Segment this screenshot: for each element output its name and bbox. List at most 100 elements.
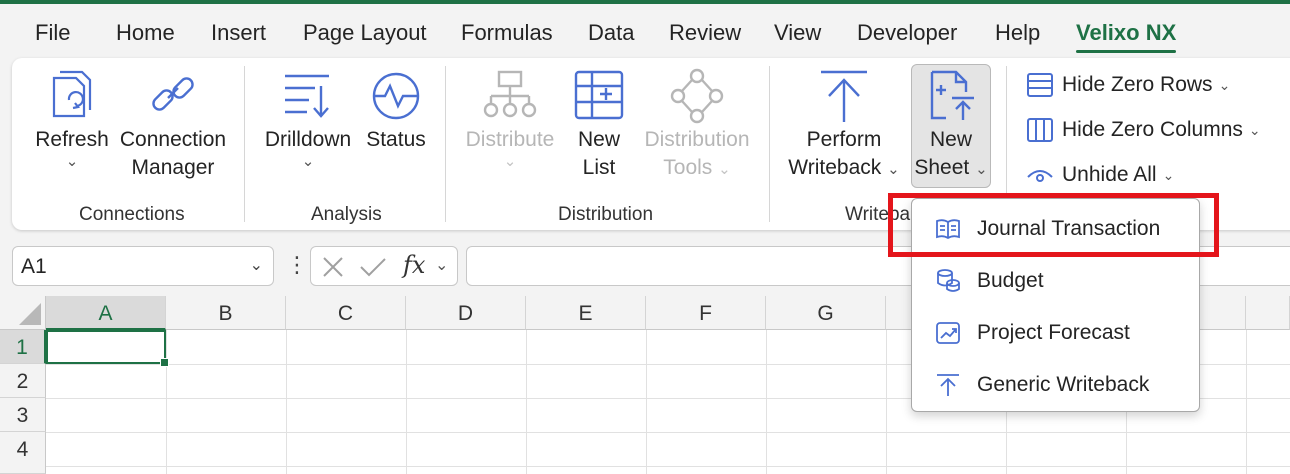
tab-data[interactable]: Data (588, 20, 634, 46)
chevron-down-icon: ⌄ (1218, 77, 1231, 93)
ribbon-tab-bar: File Home Insert Page Layout Formulas Da… (0, 4, 1290, 56)
column-header[interactable]: B (166, 296, 286, 330)
grid-line (166, 330, 167, 474)
column-header-blank[interactable] (1246, 296, 1290, 330)
refresh-icon (52, 70, 92, 118)
group-divider (769, 66, 770, 222)
column-header[interactable]: F (646, 296, 766, 330)
row-header[interactable]: 2 (0, 364, 46, 398)
new-sheet-label-line1: New (929, 128, 972, 151)
eye-icon (1027, 170, 1053, 182)
menu-item-project-forecast[interactable]: Project Forecast (912, 307, 1199, 359)
rows-icon (1027, 73, 1053, 97)
menu-item-label: Project Forecast (977, 321, 1130, 344)
grid-line (286, 330, 287, 474)
group-divider (244, 66, 245, 222)
hide-zero-rows-label: Hide Zero Rows (1062, 73, 1213, 96)
tools-label-line1: Distribution (644, 128, 750, 151)
trend-chart-icon (936, 322, 960, 344)
name-box[interactable]: A1 ⌄ (12, 246, 274, 286)
new-sheet-icon (930, 70, 974, 120)
tab-formulas[interactable]: Formulas (461, 20, 553, 46)
refresh-button[interactable]: Refresh ⌄ (34, 68, 110, 170)
grid-line (406, 330, 407, 474)
distribution-tools-button[interactable]: Distribution Tools ⌄ (638, 68, 756, 182)
group-label-connections: Connections (79, 204, 185, 225)
grid-line (46, 466, 1290, 467)
confirm-icon[interactable] (359, 255, 387, 279)
menu-item-budget[interactable]: Budget (912, 255, 1199, 307)
hide-zero-columns-button[interactable]: Hide Zero Columns ⌄ (1026, 117, 1261, 143)
column-header[interactable]: G (766, 296, 886, 330)
drilldown-label: Drilldown (264, 128, 352, 151)
tab-home[interactable]: Home (116, 20, 175, 46)
status-button[interactable]: Status (362, 68, 430, 154)
hide-zero-columns-label: Hide Zero Columns (1062, 118, 1243, 141)
tab-view[interactable]: View (774, 20, 821, 46)
chevron-down-icon[interactable]: ⌄ (435, 255, 448, 275)
grid-line (1246, 330, 1247, 474)
new-list-button[interactable]: New List (568, 68, 630, 182)
active-cell-a1[interactable] (46, 330, 169, 367)
grid-line (766, 330, 767, 474)
network-icon (670, 68, 724, 124)
tools-label-line2: Tools ⌄ (663, 156, 731, 179)
tab-help[interactable]: Help (995, 20, 1040, 46)
refresh-label: Refresh (35, 128, 109, 151)
status-pulse-icon (372, 72, 420, 120)
connection-label-line1: Connection (119, 128, 227, 151)
grid-line (646, 330, 647, 474)
hierarchy-icon (483, 70, 537, 118)
menu-item-generic-writeback[interactable]: Generic Writeback (912, 359, 1199, 411)
link-icon (152, 77, 194, 111)
chevron-down-icon[interactable]: ⌄ (250, 255, 263, 275)
row-header[interactable]: 4 (0, 432, 46, 474)
distribute-button[interactable]: Distribute ⌄ (462, 68, 558, 170)
tab-review[interactable]: Review (669, 20, 741, 46)
cancel-icon[interactable] (321, 255, 345, 279)
name-box-value: A1 (21, 255, 47, 278)
tab-velixo-nx[interactable]: Velixo NX (1076, 20, 1177, 53)
coins-icon (937, 269, 960, 292)
drilldown-icon (285, 74, 329, 118)
connection-label-line2: Manager (131, 156, 215, 179)
tab-developer[interactable]: Developer (857, 20, 957, 46)
upload-arrow-icon (937, 374, 959, 396)
perform-label-line2: Writeback ⌄ (788, 156, 900, 179)
tab-file[interactable]: File (35, 20, 70, 46)
tab-insert[interactable]: Insert (211, 20, 266, 46)
menu-item-label: Budget (977, 269, 1044, 292)
chevron-down-icon: ⌄ (718, 161, 731, 178)
columns-icon (1027, 118, 1053, 142)
new-list-label-line1: New (577, 128, 620, 151)
column-header[interactable]: C (286, 296, 406, 330)
hide-zero-rows-button[interactable]: Hide Zero Rows ⌄ (1026, 72, 1230, 98)
new-sheet-button-content[interactable]: New Sheet ⌄ (911, 68, 991, 182)
new-list-label-line2: List (582, 156, 616, 179)
perform-writeback-button[interactable]: Perform Writeback ⌄ (784, 68, 904, 182)
more-options-icon[interactable]: ⋮ (286, 252, 308, 278)
connection-manager-button[interactable]: Connection Manager (116, 68, 230, 182)
column-header[interactable]: A (46, 296, 166, 330)
column-header[interactable]: D (406, 296, 526, 330)
row-header[interactable]: 3 (0, 398, 46, 432)
unhide-all-button[interactable]: Unhide All ⌄ (1026, 162, 1174, 188)
highlight-annotation-box (888, 193, 1219, 257)
chevron-down-icon: ⌄ (65, 153, 79, 170)
column-header[interactable]: E (526, 296, 646, 330)
chevron-down-icon: ⌄ (975, 161, 988, 178)
menu-item-label: Generic Writeback (977, 373, 1150, 396)
unhide-all-label: Unhide All (1062, 163, 1157, 186)
insert-function-button[interactable]: fx (403, 251, 425, 279)
chevron-down-icon: ⌄ (301, 153, 315, 170)
select-all-corner[interactable] (0, 296, 46, 330)
formula-controls: fx ⌄ (310, 246, 458, 286)
grid-line (46, 432, 1290, 433)
drilldown-button[interactable]: Drilldown ⌄ (260, 68, 356, 170)
grid-line (886, 330, 887, 474)
row-header[interactable]: 1 (0, 330, 46, 364)
tab-page-layout[interactable]: Page Layout (303, 20, 427, 46)
chevron-down-icon: ⌄ (1248, 122, 1261, 138)
group-label-analysis: Analysis (311, 204, 382, 225)
upload-arrow-icon (821, 70, 867, 122)
